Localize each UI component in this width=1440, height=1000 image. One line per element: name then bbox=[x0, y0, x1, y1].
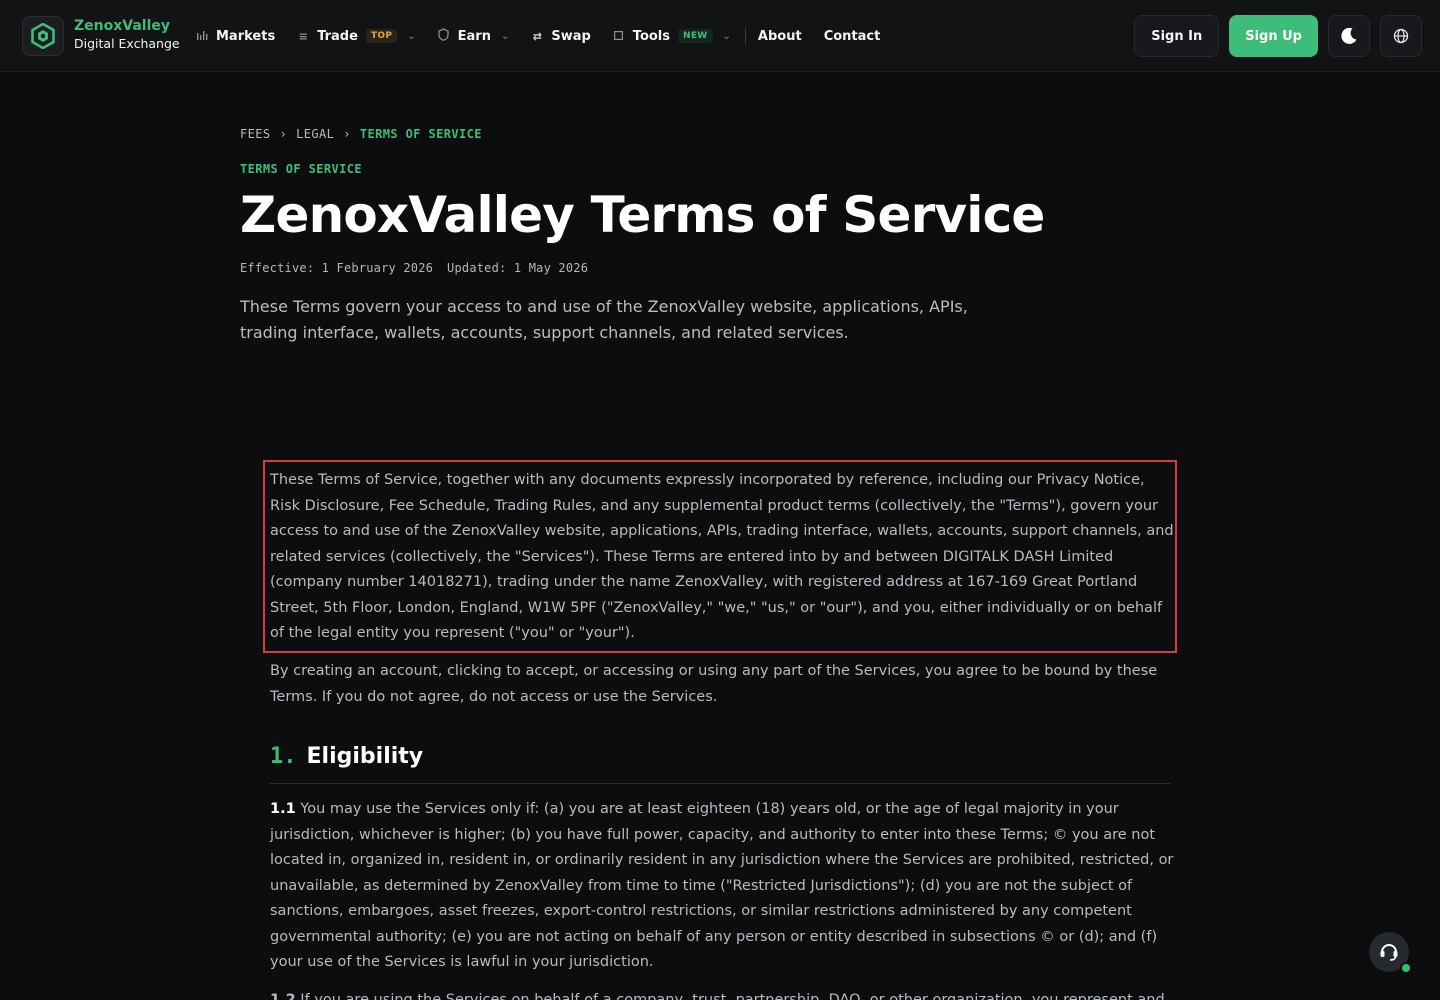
clause-label: 1.1 bbox=[270, 801, 296, 817]
nav-swap-label: Swap bbox=[551, 28, 591, 44]
chevron-down-icon: ⌄ bbox=[407, 30, 416, 42]
nav-markets[interactable]: Markets bbox=[196, 29, 275, 44]
chevron-down-icon: ⌄ bbox=[722, 30, 731, 42]
nav-earn[interactable]: Earn ⌄ bbox=[438, 28, 510, 44]
logo-hex-icon bbox=[31, 23, 55, 49]
nav-divider bbox=[744, 27, 746, 45]
section-number: 1. bbox=[270, 744, 297, 769]
support-chat-button[interactable] bbox=[1369, 932, 1412, 974]
nav-trade[interactable]: ≡ Trade TOP ⌄ bbox=[297, 28, 416, 44]
globe-icon bbox=[1393, 28, 1409, 44]
page-title: ZenoxValley Terms of Service bbox=[240, 186, 1045, 244]
nav-markets-label: Markets bbox=[216, 28, 276, 44]
section-title: Eligibility bbox=[306, 744, 424, 769]
sign-up-button[interactable]: Sign Up bbox=[1229, 15, 1318, 57]
online-status-dot bbox=[1400, 962, 1412, 974]
effective-date: Effective: 1 February 2026 bbox=[240, 261, 434, 275]
updated-date: Updated: 1 May 2026 bbox=[447, 261, 589, 275]
tools-square-icon bbox=[613, 30, 625, 43]
section-heading-eligibility: 1. Eligibility bbox=[270, 744, 1170, 784]
page-lede: These Terms govern your access to and us… bbox=[240, 297, 968, 342]
nav-about[interactable]: About bbox=[758, 29, 802, 44]
sign-in-button[interactable]: Sign In bbox=[1134, 15, 1220, 57]
nav-earn-label: Earn bbox=[457, 28, 491, 44]
markets-bars-icon bbox=[196, 30, 208, 43]
nav-contact[interactable]: Contact bbox=[824, 29, 881, 44]
breadcrumb-separator: › bbox=[279, 127, 288, 141]
chevron-down-icon: ⌄ bbox=[500, 30, 510, 42]
earn-shield-icon bbox=[438, 28, 450, 44]
agreement-paragraph: By creating an account, clicking to acce… bbox=[270, 663, 1158, 705]
breadcrumb-current: TERMS OF SERVICE bbox=[359, 127, 482, 141]
nav-contact-label: Contact bbox=[823, 28, 881, 44]
intro-paragraph: These Terms of Service, together with an… bbox=[270, 472, 1174, 641]
brand-name: ZenoxValley bbox=[74, 18, 170, 34]
theme-toggle-button[interactable] bbox=[1328, 15, 1370, 57]
breadcrumb: FEES › LEGAL › TERMS OF SERVICE bbox=[240, 127, 482, 141]
language-button[interactable] bbox=[1380, 15, 1422, 57]
main-nav: Markets ≡ Trade TOP ⌄ Earn ⌄ ⇄ Swap Tool… bbox=[196, 0, 902, 72]
clause-text: If you are using the Services on behalf … bbox=[300, 992, 1165, 1000]
clause-1-1: 1.1 You may use the Services only if: (a… bbox=[270, 797, 1175, 976]
clause-text: You may use the Services only if: (a) yo… bbox=[270, 801, 1174, 970]
nav-tools[interactable]: Tools NEW ⌄ bbox=[613, 29, 731, 44]
breadcrumb-separator: › bbox=[343, 127, 351, 141]
nav-tools-label: Tools bbox=[632, 28, 670, 44]
nav-trade-label: Trade bbox=[317, 28, 358, 44]
trade-list-icon: ≡ bbox=[298, 29, 308, 43]
top-navbar: ZenoxValley Digital Exchange Markets ≡ T… bbox=[0, 0, 1440, 72]
breadcrumb-legal[interactable]: LEGAL bbox=[296, 127, 334, 141]
trade-top-badge: TOP bbox=[365, 29, 398, 43]
brand[interactable]: ZenoxValley Digital Exchange bbox=[74, 18, 180, 52]
breadcrumb-fees[interactable]: FEES bbox=[240, 127, 271, 141]
nav-swap[interactable]: ⇄ Swap bbox=[531, 28, 591, 44]
header-actions: Sign In Sign Up bbox=[1134, 15, 1422, 57]
page-eyebrow: TERMS OF SERVICE bbox=[240, 162, 362, 176]
logo[interactable] bbox=[22, 16, 64, 56]
clause-label: 1.2 bbox=[270, 992, 296, 1000]
moon-icon bbox=[1341, 27, 1357, 44]
nav-about-label: About bbox=[757, 28, 802, 44]
clause-1-2: 1.2 If you are using the Services on beh… bbox=[270, 988, 1175, 1000]
tools-new-badge: NEW bbox=[678, 29, 713, 43]
swap-arrows-icon: ⇄ bbox=[532, 29, 542, 43]
support-chat-icon bbox=[1380, 944, 1398, 961]
brand-subtitle: Digital Exchange bbox=[74, 36, 180, 51]
page-dates: Effective: 1 February 2026 Updated: 1 May… bbox=[240, 261, 588, 275]
